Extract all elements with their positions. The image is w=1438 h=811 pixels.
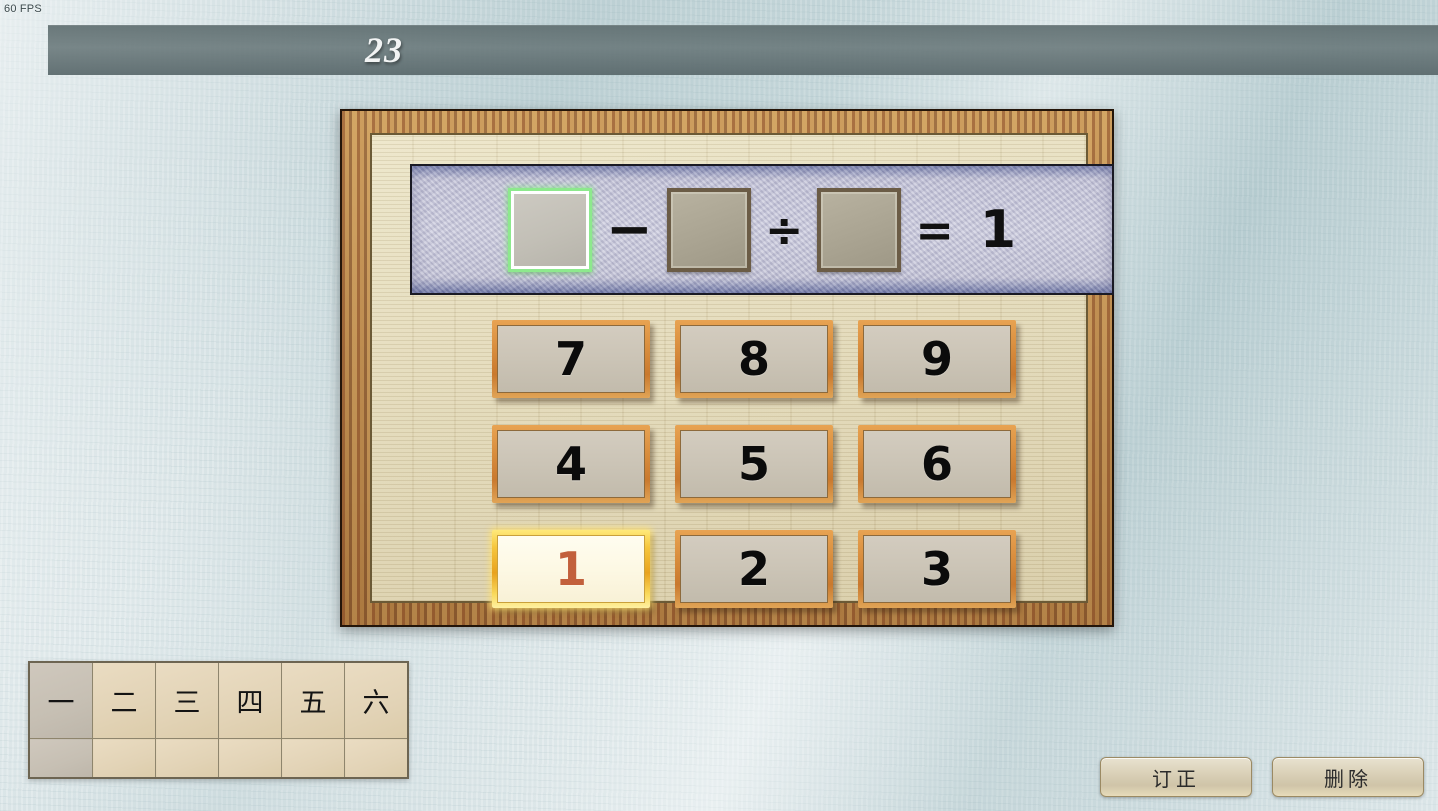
progress-table: 一 二 三 四 五 六 bbox=[28, 661, 409, 779]
table-cell-body-2[interactable] bbox=[92, 738, 156, 779]
key-5[interactable]: 5 bbox=[675, 425, 833, 503]
game-panel: − ÷ = 1 7 8 9 4 5 6 1 2 3 bbox=[340, 109, 1114, 627]
key-label: 9 bbox=[920, 332, 953, 386]
key-label: 2 bbox=[737, 542, 770, 596]
key-label: 7 bbox=[554, 332, 587, 386]
table-cell-header-4[interactable]: 四 bbox=[218, 661, 282, 739]
table-row-body bbox=[28, 738, 409, 779]
action-button-group: 订正 删除 bbox=[1100, 757, 1424, 797]
fps-counter: 60 FPS bbox=[4, 3, 42, 15]
key-6[interactable]: 6 bbox=[858, 425, 1016, 503]
key-face: 1 bbox=[497, 535, 645, 603]
table-cell-header-1[interactable]: 一 bbox=[28, 661, 93, 739]
table-cell-body-3[interactable] bbox=[155, 738, 219, 779]
level-number: 23 bbox=[365, 30, 403, 70]
key-face: 7 bbox=[497, 325, 645, 393]
key-3[interactable]: 3 bbox=[858, 530, 1016, 608]
key-face: 8 bbox=[680, 325, 828, 393]
table-cell-header-2[interactable]: 二 bbox=[92, 661, 156, 739]
key-label: 6 bbox=[920, 437, 953, 491]
correct-button[interactable]: 订正 bbox=[1100, 757, 1252, 797]
key-label: 4 bbox=[554, 437, 587, 491]
key-label: 3 bbox=[920, 542, 953, 596]
key-face: 5 bbox=[680, 430, 828, 498]
key-label: 5 bbox=[737, 437, 770, 491]
table-cell-header-3[interactable]: 三 bbox=[155, 661, 219, 739]
key-9[interactable]: 9 bbox=[858, 320, 1016, 398]
table-cell-body-5[interactable] bbox=[281, 738, 345, 779]
minus-operator-icon: − bbox=[605, 196, 653, 262]
key-2[interactable]: 2 bbox=[675, 530, 833, 608]
table-cell-header-5[interactable]: 五 bbox=[281, 661, 345, 739]
table-cell-header-6[interactable]: 六 bbox=[344, 661, 409, 739]
key-face: 3 bbox=[863, 535, 1011, 603]
key-face: 2 bbox=[680, 535, 828, 603]
equation-slot-3[interactable] bbox=[817, 187, 902, 272]
equation-slot-1[interactable] bbox=[507, 187, 592, 272]
equation-slot-2[interactable] bbox=[666, 187, 751, 272]
key-face: 4 bbox=[497, 430, 645, 498]
game-screen: 60 FPS 23 − ÷ = 1 7 8 9 4 5 6 1 2 3 一 二 … bbox=[0, 0, 1438, 811]
game-board: − ÷ = 1 7 8 9 4 5 6 1 2 3 bbox=[370, 133, 1114, 608]
divide-operator-icon: ÷ bbox=[764, 202, 804, 257]
equation-result: 1 bbox=[979, 199, 1017, 260]
table-cell-body-6[interactable] bbox=[344, 738, 409, 779]
equals-operator-icon: = bbox=[915, 202, 954, 257]
number-keypad: 7 8 9 4 5 6 1 2 3 bbox=[492, 320, 1032, 619]
key-face: 9 bbox=[863, 325, 1011, 393]
delete-button[interactable]: 删除 bbox=[1272, 757, 1424, 797]
table-cell-body-1[interactable] bbox=[28, 738, 93, 779]
key-1[interactable]: 1 bbox=[492, 530, 650, 608]
key-7[interactable]: 7 bbox=[492, 320, 650, 398]
key-8[interactable]: 8 bbox=[675, 320, 833, 398]
equation-strip: − ÷ = 1 bbox=[410, 164, 1114, 295]
key-4[interactable]: 4 bbox=[492, 425, 650, 503]
title-bar: 23 bbox=[48, 25, 1438, 75]
table-row-header: 一 二 三 四 五 六 bbox=[28, 661, 409, 739]
key-face: 6 bbox=[863, 430, 1011, 498]
table-cell-body-4[interactable] bbox=[218, 738, 282, 779]
key-label: 8 bbox=[737, 332, 770, 386]
key-label: 1 bbox=[554, 542, 587, 596]
